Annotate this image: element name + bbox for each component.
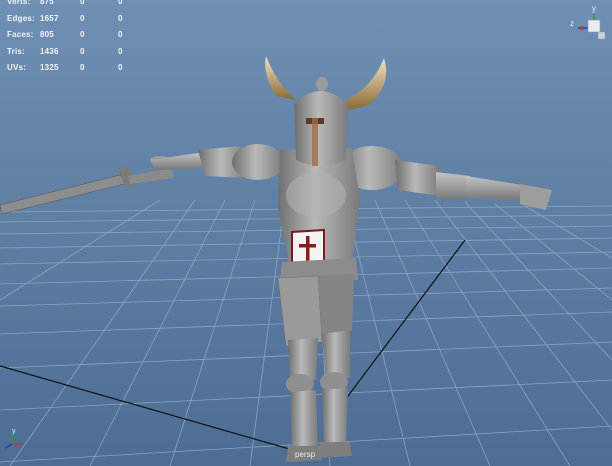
axis-label-y: y (592, 4, 596, 13)
right-arm (340, 146, 552, 210)
hud-value: 0 (118, 46, 123, 56)
legs (286, 330, 352, 462)
poly-count-hud: Verts: 875 0 0 Edges: 1657 0 0 Faces: 80… (7, 0, 156, 77)
hud-value: 1325 (40, 63, 59, 73)
hud-value: 0 (118, 30, 123, 40)
hud-label: Verts: (7, 0, 31, 6)
3d-viewport[interactable]: Verts: 875 0 0 Edges: 1657 0 0 Faces: 80… (0, 0, 612, 466)
hud-row-verts: Verts: 875 0 0 (7, 0, 156, 11)
hud-label: Faces: (7, 30, 34, 40)
hud-row-tris: Tris: 1436 0 0 (7, 44, 156, 61)
hud-row-edges: Edges: 1657 0 0 (7, 11, 156, 28)
axis-label-z: z (570, 19, 574, 28)
camera-label: persp (295, 450, 316, 459)
hud-value: 0 (118, 0, 123, 6)
hud-label: Tris: (7, 46, 25, 56)
grid-axis-lines (0, 239, 466, 453)
hud-value: 0 (80, 0, 85, 6)
hud-value: 1657 (40, 13, 59, 23)
hud-value: 0 (118, 13, 123, 23)
origin-axis-icon: y (4, 428, 22, 449)
hud-value: 0 (80, 63, 85, 73)
hud-value: 0 (80, 46, 85, 56)
hud-label: Edges: (7, 13, 35, 23)
hud-value: 0 (80, 13, 85, 23)
sword (0, 156, 174, 215)
hud-value: 0 (118, 63, 123, 73)
view-cube-icon[interactable]: y z (568, 2, 610, 46)
hud-value: 1436 (40, 46, 59, 56)
hud-value: 875 (40, 0, 54, 6)
torso (278, 148, 360, 273)
hud-row-uvs: UVs: 1325 0 0 (7, 60, 156, 77)
hud-row-faces: Faces: 805 0 0 (7, 27, 156, 44)
hud-label: UVs: (7, 63, 27, 73)
hud-value: 0 (80, 30, 85, 40)
hud-value: 805 (40, 30, 54, 40)
